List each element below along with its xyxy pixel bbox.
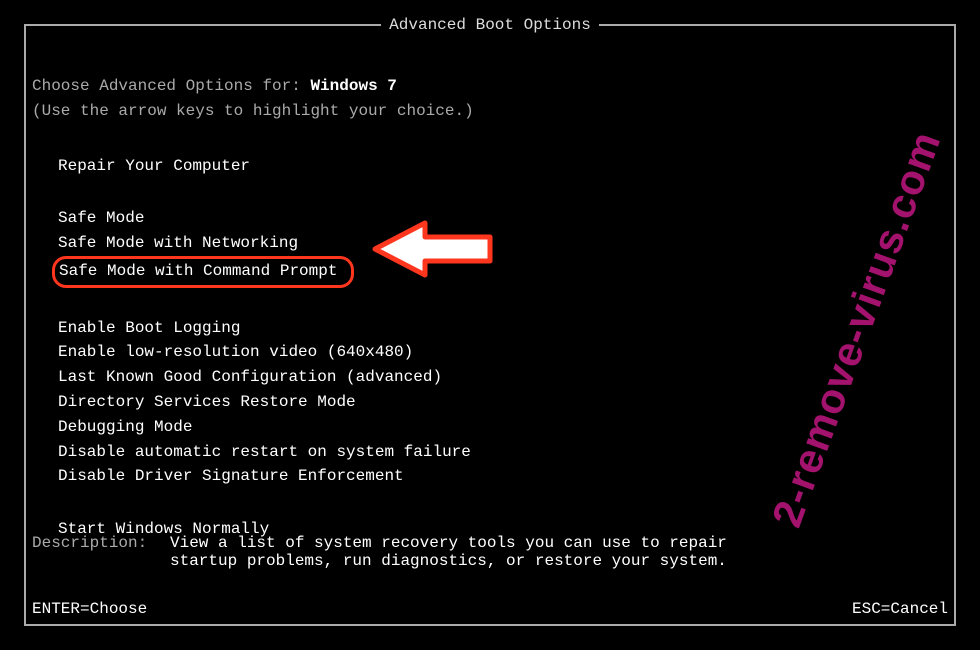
boot-option[interactable]: Repair Your Computer — [58, 154, 948, 179]
footer-bar: ENTER=Choose ESC=Cancel — [32, 600, 948, 618]
boot-screen: Advanced Boot Options Choose Advanced Op… — [24, 24, 956, 626]
navigation-hint: (Use the arrow keys to highlight your ch… — [32, 99, 948, 124]
boot-option-label: Disable automatic restart on system fail… — [58, 443, 471, 461]
boot-option-label: Directory Services Restore Mode — [58, 393, 356, 411]
arrow-left-icon — [370, 217, 500, 281]
boot-option-label: Safe Mode — [58, 209, 144, 227]
title-bar: Advanced Boot Options — [26, 16, 954, 34]
description-row: Description: View a list of system recov… — [32, 534, 730, 570]
choose-line: Choose Advanced Options for: Windows 7 — [32, 74, 948, 99]
boot-option[interactable]: Safe Mode with Command Prompt — [58, 256, 948, 288]
boot-option-label: Last Known Good Configuration (advanced) — [58, 368, 442, 386]
boot-option[interactable]: Safe Mode with Networking — [58, 231, 948, 256]
boot-option-label: Safe Mode with Command Prompt — [52, 256, 354, 288]
footer-esc-hint: ESC=Cancel — [852, 600, 948, 618]
choose-label: Choose Advanced Options for: — [32, 77, 310, 95]
option-group: Safe Mode Safe Mode with Networking Safe M… — [58, 206, 948, 287]
boot-option-label: Enable Boot Logging — [58, 319, 240, 337]
boot-option-label: Disable Driver Signature Enforcement — [58, 467, 404, 485]
option-group: Repair Your Computer — [58, 154, 948, 179]
footer-enter-hint: ENTER=Choose — [32, 600, 147, 618]
boot-option[interactable]: Enable Boot Logging — [58, 316, 948, 341]
description-text: View a list of system recovery tools you… — [170, 534, 730, 570]
boot-option-label: Repair Your Computer — [58, 157, 250, 175]
description-label: Description: — [32, 534, 170, 570]
boot-option-label: Safe Mode with Networking — [58, 234, 298, 252]
boot-option[interactable]: Safe Mode — [58, 206, 948, 231]
boot-option-label: Enable low-resolution video (640x480) — [58, 343, 413, 361]
boot-option-label: Debugging Mode — [58, 418, 192, 436]
boot-option[interactable]: Enable low-resolution video (640x480) — [58, 340, 948, 365]
os-name: Windows 7 — [310, 77, 396, 95]
screen-title: Advanced Boot Options — [381, 16, 599, 34]
